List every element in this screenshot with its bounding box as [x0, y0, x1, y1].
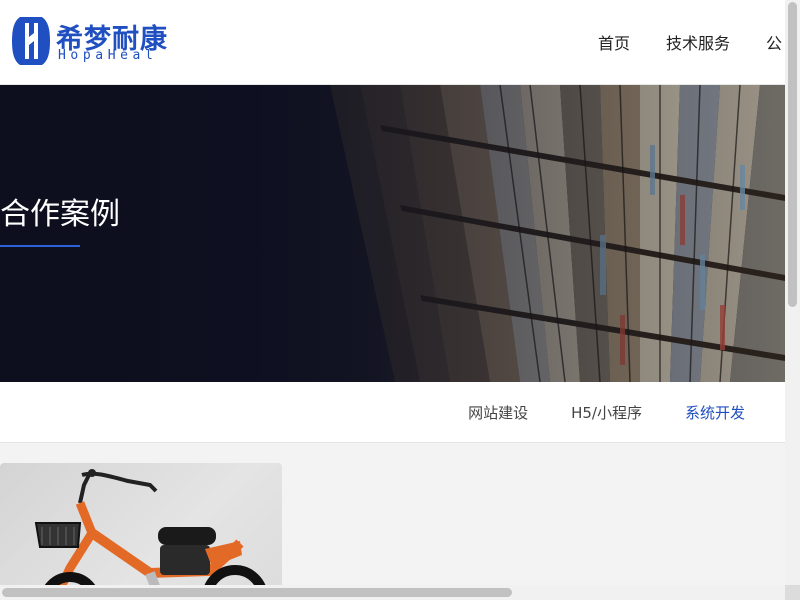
brand-logo[interactable]: 希梦耐康 HopaHeal	[12, 15, 192, 67]
scrollbar-corner	[785, 585, 800, 600]
logo-mark-icon	[12, 17, 50, 65]
page-title: 合作案例	[0, 197, 120, 232]
nav-item-home[interactable]: 首页	[598, 30, 630, 54]
hero-banner: 合作案例	[0, 85, 785, 382]
nav-item-tech-services[interactable]: 技术服务	[666, 30, 730, 54]
vertical-scrollbar-thumb[interactable]	[788, 2, 797, 307]
brand-name-en: HopaHeal	[58, 48, 158, 63]
tab-website[interactable]: 网站建设	[468, 402, 528, 423]
electric-bicycle-image	[34, 469, 268, 600]
nav-item-company[interactable]: 公	[766, 30, 782, 54]
main-nav: 首页 技术服务 公	[598, 30, 782, 54]
case-card[interactable]	[0, 463, 282, 600]
horizontal-scrollbar-thumb[interactable]	[2, 588, 512, 597]
bookshelf-background-image	[0, 85, 785, 382]
tab-system-development[interactable]: 系统开发	[685, 402, 745, 423]
horizontal-scrollbar[interactable]	[0, 585, 785, 600]
site-header: 希梦耐康 HopaHeal 首页 技术服务 公	[0, 0, 785, 85]
category-tabs: 网站建设 H5/小程序 系统开发	[468, 402, 745, 423]
vertical-scrollbar[interactable]	[785, 0, 800, 585]
title-underline	[0, 245, 80, 247]
category-tabs-bar: 网站建设 H5/小程序 系统开发	[0, 382, 785, 443]
tab-h5-miniprogram[interactable]: H5/小程序	[571, 402, 642, 423]
